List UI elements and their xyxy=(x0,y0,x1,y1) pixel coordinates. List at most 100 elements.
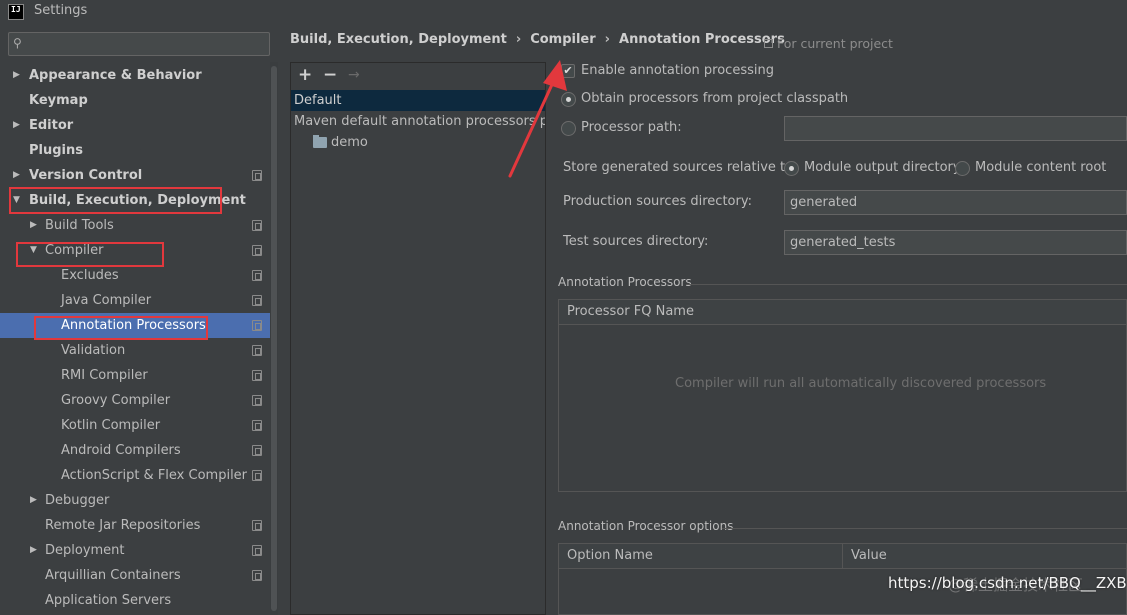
remove-profile-button[interactable]: − xyxy=(323,65,337,85)
chevron-right-icon: ▶ xyxy=(30,545,37,555)
tree-label: Appearance & Behavior xyxy=(29,68,202,83)
tree-label: Compiler xyxy=(45,243,104,258)
tree-label: Annotation Processors xyxy=(61,318,206,333)
module-output-label: Module output directory xyxy=(804,160,961,175)
tree-item-app-servers[interactable]: Application Servers xyxy=(0,588,278,613)
intellij-icon: IJ xyxy=(8,4,24,20)
profiles-panel: + − → Default Maven default annotation p… xyxy=(290,62,546,615)
option-name-column[interactable]: Option Name xyxy=(559,544,653,568)
tree-item-plugins[interactable]: Plugins xyxy=(0,138,278,163)
breadcrumb-annotation-processors: Annotation Processors xyxy=(619,32,785,47)
processor-path-radio[interactable] xyxy=(561,121,576,136)
project-scope-icon xyxy=(252,320,262,331)
tree-label: Plugins xyxy=(29,143,83,158)
obtain-from-classpath-label: Obtain processors from project classpath xyxy=(581,91,849,106)
tree-label: Deployment xyxy=(45,543,125,558)
tree-item-android-compilers[interactable]: Android Compilers xyxy=(0,438,278,463)
tree-item-annotation-processors[interactable]: Annotation Processors xyxy=(0,313,278,338)
processors-empty-text: Compiler will run all automatically disc… xyxy=(675,376,1047,391)
processors-table[interactable]: Processor FQ Name Compiler will run all … xyxy=(558,299,1127,492)
breadcrumb-compiler: Compiler xyxy=(530,32,596,47)
obtain-from-classpath-radio[interactable] xyxy=(561,92,576,107)
project-scope-icon xyxy=(252,295,262,306)
tree-item-keymap[interactable]: Keymap xyxy=(0,88,278,113)
breadcrumb-separator: › xyxy=(604,32,611,47)
project-scope-icon xyxy=(252,545,262,556)
move-profile-button[interactable]: → xyxy=(348,67,360,83)
processor-fq-name-column[interactable]: Processor FQ Name xyxy=(559,300,694,324)
profile-module-demo[interactable]: demo xyxy=(291,132,545,153)
tree-item-appearance[interactable]: ▶ Appearance & Behavior xyxy=(0,63,278,88)
tree-label: Groovy Compiler xyxy=(61,393,171,408)
tree-item-compiler[interactable]: ▼ Compiler xyxy=(0,238,278,263)
project-scope-icon xyxy=(252,245,262,256)
module-content-radio[interactable] xyxy=(955,161,970,176)
tree-item-groovy-compiler[interactable]: Groovy Compiler xyxy=(0,388,278,413)
project-scope-icon xyxy=(252,170,262,181)
tree-label: Version Control xyxy=(29,168,143,183)
project-scope-icon xyxy=(252,420,262,431)
test-sources-input[interactable]: generated_tests xyxy=(784,230,1127,255)
tree-item-build[interactable]: ▼ Build, Execution, Deployment xyxy=(0,188,278,213)
processor-options-section-title: Annotation Processor options xyxy=(558,519,734,533)
tree-item-actionscript-compiler[interactable]: ActionScript & Flex Compiler xyxy=(0,463,278,488)
breadcrumb: Build, Execution, Deployment › Compiler › An… xyxy=(290,32,785,50)
tree-label: Build Tools xyxy=(45,218,114,233)
project-scope-icon xyxy=(252,445,262,456)
module-output-radio[interactable] xyxy=(784,161,799,176)
profile-label: Maven default annotation processors prof… xyxy=(294,114,545,129)
tree-label: Android Compilers xyxy=(61,443,181,458)
chevron-down-icon: ▼ xyxy=(30,245,37,255)
chevron-right-icon: ▶ xyxy=(13,70,20,80)
profiles-toolbar: + − → xyxy=(291,63,545,89)
store-sources-label: Store generated sources relative to: xyxy=(563,160,798,175)
project-scope-icon xyxy=(252,470,262,481)
add-profile-button[interactable]: + xyxy=(298,65,312,85)
tree-item-remote-jar[interactable]: Remote Jar Repositories xyxy=(0,513,278,538)
project-scope-icon xyxy=(252,370,262,381)
value-column[interactable]: Value xyxy=(843,544,887,568)
chevron-right-icon: ▶ xyxy=(30,495,37,505)
tree-item-version-control[interactable]: ▶ Version Control xyxy=(0,163,278,188)
tree-item-deployment[interactable]: ▶ Deployment xyxy=(0,538,278,563)
tree-label: Kotlin Compiler xyxy=(61,418,161,433)
tree-item-excludes[interactable]: Excludes xyxy=(0,263,278,288)
folder-icon xyxy=(313,135,327,148)
project-scope-icon xyxy=(252,395,262,406)
chevron-down-icon: ▼ xyxy=(13,195,20,205)
production-sources-input[interactable]: generated xyxy=(784,190,1127,215)
processors-table-header: Processor FQ Name xyxy=(559,300,1126,325)
section-divider xyxy=(686,284,1127,285)
tree-label: ActionScript & Flex Compiler xyxy=(61,468,248,483)
profile-maven-default[interactable]: Maven default annotation processors prof… xyxy=(291,111,545,132)
tree-label: Application Servers xyxy=(45,593,172,608)
chevron-right-icon: ▶ xyxy=(30,220,37,230)
tree-item-arquillian[interactable]: Arquillian Containers xyxy=(0,563,278,588)
tree-label: Keymap xyxy=(29,93,88,108)
tree-scrollbar-thumb[interactable] xyxy=(271,66,277,611)
profile-default[interactable]: Default xyxy=(291,90,545,111)
for-current-project: For current project xyxy=(764,36,893,51)
processor-path-input[interactable] xyxy=(784,116,1127,141)
tree-item-build-tools[interactable]: ▶ Build Tools xyxy=(0,213,278,238)
tree-item-java-compiler[interactable]: Java Compiler xyxy=(0,288,278,313)
project-scope-icon xyxy=(252,520,262,531)
tree-label: Arquillian Containers xyxy=(45,568,181,583)
tree-item-validation[interactable]: Validation xyxy=(0,338,278,363)
tree-item-editor[interactable]: ▶ Editor xyxy=(0,113,278,138)
settings-search-input[interactable]: ⚲ xyxy=(8,32,270,56)
project-scope-icon xyxy=(252,220,262,231)
breadcrumb-separator: › xyxy=(515,32,522,47)
tree-item-rmi-compiler[interactable]: RMI Compiler xyxy=(0,363,278,388)
breadcrumb-build: Build, Execution, Deployment xyxy=(290,32,507,47)
watermark-url: https://blog.csdn.net/BBQ__ZXB xyxy=(888,574,1127,592)
production-sources-label: Production sources directory: xyxy=(563,194,752,209)
project-scope-icon xyxy=(764,39,773,48)
title-bar: IJ Settings xyxy=(0,0,1127,24)
section-divider xyxy=(722,528,1127,529)
enable-annotation-processing-checkbox[interactable]: ✔ xyxy=(561,64,575,78)
processor-path-label: Processor path: xyxy=(581,120,682,135)
for-project-label: For current project xyxy=(777,36,893,51)
tree-item-kotlin-compiler[interactable]: Kotlin Compiler xyxy=(0,413,278,438)
tree-item-debugger[interactable]: ▶ Debugger xyxy=(0,488,278,513)
